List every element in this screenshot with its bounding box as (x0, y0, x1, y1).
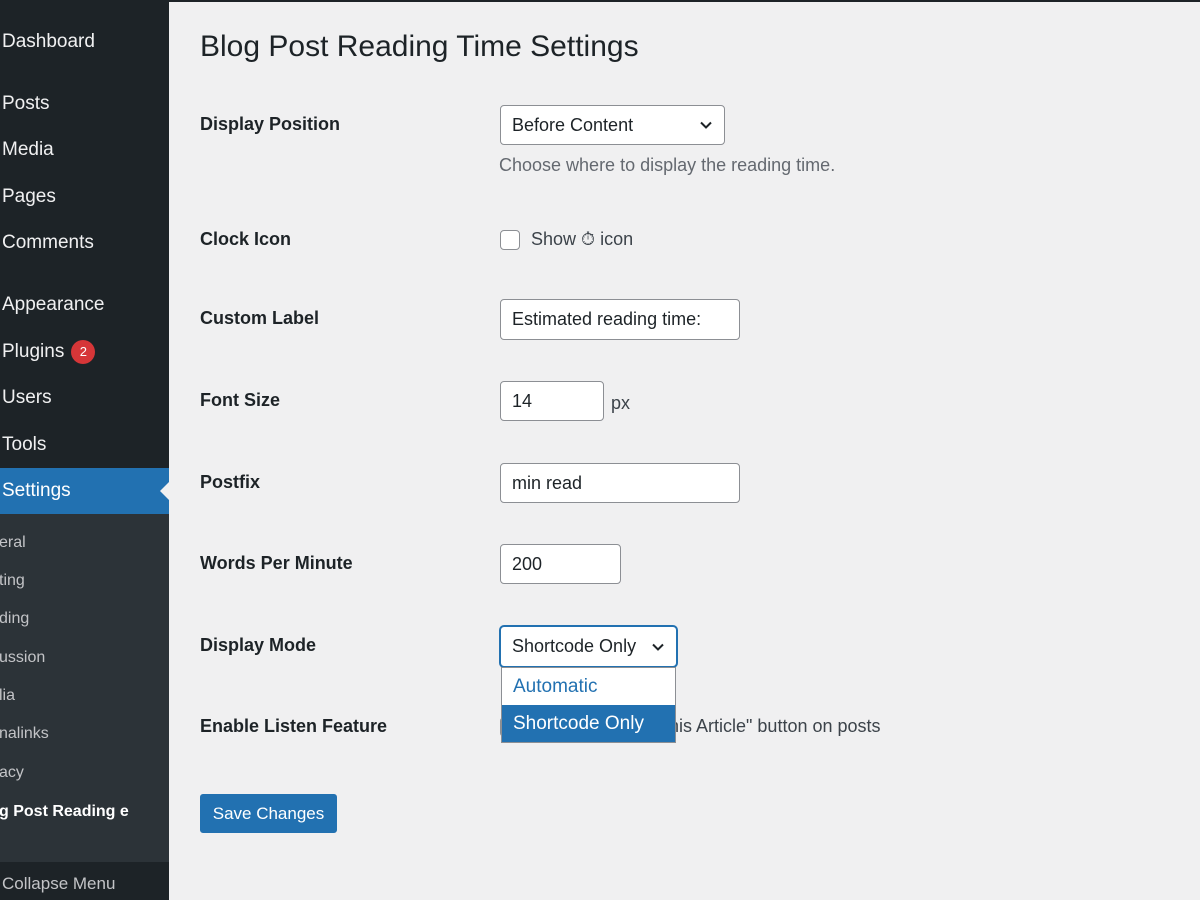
submenu-item-media[interactable]: lia (0, 679, 169, 713)
sidebar-item-label: Comments (2, 232, 94, 253)
display-mode-select[interactable]: Shortcode Only (500, 626, 677, 667)
sidebar-item-dashboard[interactable]: Dashboard (0, 20, 169, 64)
words-per-minute-label: Words Per Minute (200, 553, 353, 573)
font-size-label: Font Size (200, 390, 280, 410)
sidebar-item-label: Plugins (2, 341, 65, 362)
submenu-item-label: lia (0, 687, 16, 704)
sidebar-item-label: Appearance (2, 294, 105, 315)
sidebar-item-label: Posts (2, 93, 50, 114)
submenu-item-label: ding (0, 610, 30, 627)
font-size-value: 14 (512, 390, 533, 411)
font-size-unit: px (611, 393, 631, 413)
sidebar-item-label: Pages (2, 186, 56, 207)
submenu-item-writing[interactable]: ting (0, 564, 169, 598)
words-per-minute-input[interactable]: 200 (500, 544, 621, 584)
font-size-input[interactable]: 14 (500, 381, 604, 421)
icon-text: icon (600, 229, 634, 249)
submenu-item-permalinks[interactable]: nalinks (0, 717, 169, 751)
option-automatic[interactable]: Automatic (502, 668, 675, 705)
sidebar-item-label: Tools (2, 434, 47, 455)
sidebar-item-label: Settings (2, 480, 71, 501)
custom-label-label: Custom Label (200, 308, 320, 328)
postfix-label: Postfix (200, 472, 261, 492)
submenu-item-label: g Post Reading e (0, 803, 129, 820)
stopwatch-icon: ⏱ (581, 229, 596, 249)
show-clock-icon-checkbox[interactable] (500, 230, 520, 250)
submenu-item-privacy[interactable]: acy (0, 756, 169, 790)
sidebar-item-appearance[interactable]: Appearance (0, 283, 169, 327)
sidebar-item-label: Users (2, 387, 52, 408)
sidebar-item-settings[interactable]: Settings (0, 468, 169, 514)
save-changes-button[interactable]: Save Changes (200, 794, 337, 833)
submenu-item-label: nalinks (0, 725, 49, 742)
chevron-down-icon (652, 643, 664, 651)
postfix-input[interactable]: min read (500, 463, 740, 503)
show-clock-icon-text: Show ⏱ icon (531, 229, 633, 250)
chevron-down-icon (700, 121, 712, 129)
display-position-value: Before Content (512, 114, 634, 135)
custom-label-input[interactable]: Estimated reading time: (500, 299, 740, 340)
collapse-menu-button[interactable]: Collapse Menu (2, 874, 115, 894)
display-mode-value: Shortcode Only (512, 636, 637, 656)
display-position-description: Choose where to display the reading time… (499, 155, 836, 175)
current-menu-arrow (160, 482, 169, 500)
submenu-item-label: ting (0, 572, 25, 589)
custom-label-value: Estimated reading time: (512, 309, 702, 329)
display-position-select[interactable]: Before Content (500, 105, 725, 145)
sidebar-item-posts[interactable]: Posts (0, 82, 169, 126)
submenu-item-general[interactable]: eral (0, 526, 169, 560)
submenu-item-label: acy (0, 764, 24, 781)
submenu-item-label: eral (0, 534, 26, 551)
submenu-item-label: ussion (0, 649, 46, 666)
collapse-menu-label: Collapse Menu (2, 874, 116, 893)
sidebar-item-media[interactable]: Media (0, 128, 169, 172)
sidebar-item-label: Dashboard (2, 31, 95, 52)
postfix-value: min read (512, 472, 583, 493)
admin-sidebar: Dashboard Posts Media Pages Comments App… (0, 0, 169, 900)
display-mode-label: Display Mode (200, 635, 317, 655)
listen-feature-label: Enable Listen Feature (200, 716, 388, 736)
display-mode-dropdown: Automatic Shortcode Only (501, 667, 676, 743)
show-text: Show (531, 229, 577, 249)
plugins-update-badge: 2 (71, 340, 96, 364)
option-shortcode-only[interactable]: Shortcode Only (502, 705, 675, 742)
listen-feature-text: his Article" button on posts (669, 716, 881, 736)
submenu-item-reading-time[interactable]: g Post Reading e (0, 799, 139, 824)
submenu-item-discussion[interactable]: ussion (0, 641, 169, 675)
page-title: Blog Post Reading Time Settings (200, 30, 639, 63)
words-per-minute-value: 200 (512, 553, 543, 574)
display-position-label: Display Position (200, 114, 341, 134)
clock-icon-label: Clock Icon (200, 229, 292, 249)
submenu-item-reading[interactable]: ding (0, 602, 169, 636)
sidebar-item-pages[interactable]: Pages (0, 175, 169, 219)
sidebar-item-tools[interactable]: Tools (0, 423, 169, 467)
settings-submenu: eral ting ding ussion lia nalinks acy g … (0, 514, 169, 862)
sidebar-item-plugins[interactable]: Plugins 2 (0, 330, 169, 374)
sidebar-item-comments[interactable]: Comments (0, 221, 169, 265)
sidebar-item-users[interactable]: Users (0, 376, 169, 420)
top-border (0, 0, 1200, 2)
sidebar-item-label: Media (2, 139, 54, 160)
